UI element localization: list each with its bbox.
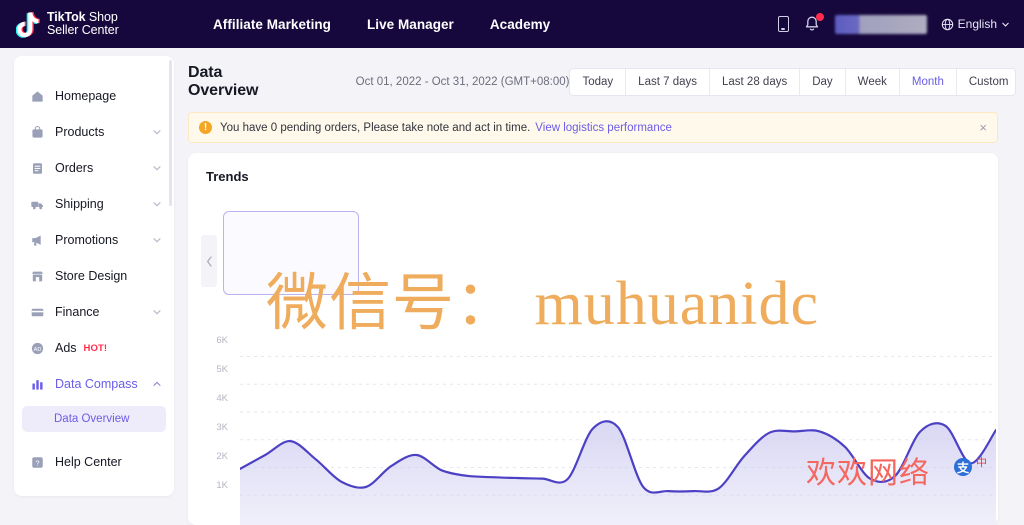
bar-chart-icon (30, 377, 45, 392)
range-button-week[interactable]: Week (846, 69, 900, 95)
chevron-down-icon (153, 202, 161, 207)
range-button-today[interactable]: Today (570, 69, 627, 95)
brand-logo[interactable]: TikTok Shop Seller Center (16, 10, 166, 38)
sidebar-label-homepage: Homepage (55, 89, 117, 103)
page-header: Data Overview Oct 01, 2022 - Oct 31, 202… (188, 62, 1024, 102)
close-icon[interactable]: × (979, 121, 987, 134)
sidebar-item-ads[interactable]: AD Ads HOT! (14, 330, 174, 366)
chevron-down-icon (153, 130, 161, 135)
sidebar-item-products[interactable]: Products (14, 114, 174, 150)
nav-affiliate-marketing[interactable]: Affiliate Marketing (213, 17, 331, 32)
y-tick-1k: 1K (216, 480, 228, 491)
megaphone-icon (30, 233, 45, 248)
sidebar-label-help-center: Help Center (55, 455, 122, 469)
sidebar-sublabel-data-overview: Data Overview (54, 413, 130, 425)
trends-title: Trends (206, 169, 249, 184)
chevron-down-icon (153, 310, 161, 315)
language-selector[interactable]: English (941, 17, 1010, 31)
y-tick-6k: 6K (216, 335, 228, 346)
sidebar-item-finance[interactable]: Finance (14, 294, 174, 330)
sidebar-label-shipping: Shipping (55, 197, 104, 211)
main-navigation: Affiliate Marketing Live Manager Academy (213, 17, 550, 32)
chevron-down-icon (1002, 22, 1009, 27)
sidebar-label-orders: Orders (55, 161, 94, 175)
chevron-left-icon (206, 255, 212, 267)
view-logistics-performance-link[interactable]: View logistics performance (535, 122, 672, 134)
svg-text:AD: AD (34, 346, 42, 352)
range-button-last-28-days[interactable]: Last 28 days (710, 69, 801, 95)
chart-area (240, 421, 996, 525)
carousel-prev-button[interactable] (201, 235, 217, 287)
brand-wordmark: TikTok Shop Seller Center (47, 11, 119, 37)
top-header: TikTok Shop Seller Center Affiliate Mark… (0, 0, 1024, 48)
sidebar-item-help-center[interactable]: ? Help Center (14, 444, 174, 480)
main-content: Data Overview Oct 01, 2022 - Oct 31, 202… (188, 48, 1024, 525)
sidebar-menu: Homepage Products Orders Shipping Promot… (14, 56, 174, 480)
nav-live-manager[interactable]: Live Manager (367, 17, 454, 32)
range-button-day[interactable]: Day (800, 69, 846, 95)
globe-icon (941, 18, 953, 30)
document-icon (30, 161, 45, 176)
y-tick-4k: 4K (216, 393, 228, 404)
truck-icon (30, 197, 45, 212)
range-button-month[interactable]: Month (900, 69, 957, 95)
range-button-last-7-days[interactable]: Last 7 days (626, 69, 710, 95)
sidebar-item-promotions[interactable]: Promotions (14, 222, 174, 258)
ads-icon: AD (30, 341, 45, 356)
brand-seller-center: Seller Center (47, 23, 119, 37)
y-tick-5k: 5K (216, 364, 228, 375)
brand-shop: Shop (85, 10, 118, 24)
chevron-up-icon (153, 381, 161, 386)
sidebar-label-finance: Finance (55, 305, 100, 319)
store-icon (30, 269, 45, 284)
help-icon: ? (30, 455, 45, 470)
sidebar-item-store-design[interactable]: Store Design (14, 258, 174, 294)
home-icon (30, 89, 45, 104)
y-tick-3k: 3K (216, 422, 228, 433)
chart-plot-area (240, 339, 996, 525)
notifications-button[interactable] (803, 13, 824, 33)
sidebar-item-data-compass[interactable]: Data Compass (14, 366, 174, 402)
notification-dot (815, 13, 824, 21)
sidebar-item-shipping[interactable]: Shipping (14, 186, 174, 222)
chevron-down-icon (153, 238, 161, 243)
date-range-label: Oct 01, 2022 - Oct 31, 2022 (GMT+08:00) (355, 76, 570, 88)
y-tick-2k: 2K (216, 451, 228, 462)
sidebar: Homepage Products Orders Shipping Promot… (14, 56, 174, 496)
bag-icon (30, 125, 45, 140)
trends-chart: 6K 5K 4K 3K 2K 1K (206, 335, 998, 525)
sidebar-subitem-data-overview[interactable]: Data Overview (22, 406, 166, 432)
chevron-down-icon (153, 166, 161, 171)
sidebar-label-data-compass: Data Compass (55, 377, 138, 391)
pending-orders-alert: ! You have 0 pending orders, Please take… (188, 112, 998, 143)
tiktok-note-icon (16, 10, 42, 38)
brand-tiktok: TikTok (47, 10, 86, 24)
phone-icon[interactable] (777, 16, 789, 32)
range-button-custom[interactable]: Custom (957, 69, 1015, 95)
sidebar-item-homepage[interactable]: Homepage (14, 78, 174, 114)
sidebar-label-products: Products (55, 125, 105, 139)
nav-academy[interactable]: Academy (490, 17, 550, 32)
language-label: English (957, 17, 997, 31)
trends-card: Trends 6K 5K 4K 3K 2K 1K (188, 153, 998, 525)
alert-message: You have 0 pending orders, Please take n… (220, 121, 531, 134)
metric-card-selected[interactable] (223, 211, 359, 295)
sidebar-label-ads: Ads (55, 341, 77, 355)
sidebar-item-orders[interactable]: Orders (14, 150, 174, 186)
sidebar-label-store-design: Store Design (55, 269, 128, 283)
card-icon (30, 305, 45, 320)
header-actions: English (777, 13, 1010, 34)
range-button-group: Today Last 7 days Last 28 days Day Week … (569, 68, 1016, 96)
sidebar-label-promotions: Promotions (55, 233, 119, 247)
user-account-area[interactable] (834, 14, 927, 34)
chart-svg (240, 355, 996, 525)
ads-hot-badge: HOT! (83, 342, 108, 354)
page-title: Data Overview (188, 64, 259, 99)
warning-icon: ! (199, 121, 212, 134)
svg-text:?: ? (35, 458, 39, 467)
